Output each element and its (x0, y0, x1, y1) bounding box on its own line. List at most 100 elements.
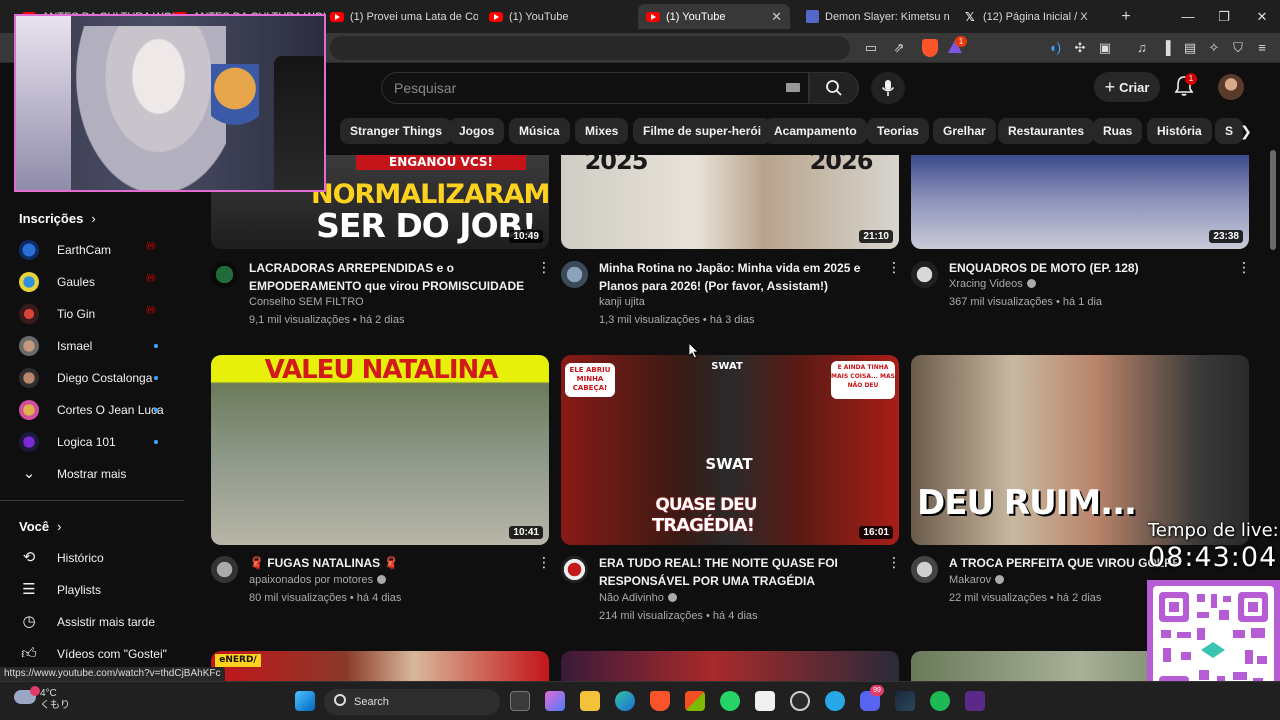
chip-restaurantes[interactable]: Restaurantes (998, 118, 1095, 144)
video-thumbnail[interactable]: DEU RUIM... (911, 355, 1249, 545)
video-thumbnail[interactable]: 2025 2026 21:10 (561, 155, 899, 249)
more-options-icon[interactable]: ⋮ (887, 259, 901, 276)
video-title[interactable]: Minha Rotina no Japão: Minha vida em 202… (599, 259, 879, 295)
search-input[interactable]: Pesquisar (381, 72, 809, 104)
channel-avatar[interactable] (211, 556, 238, 583)
brave-icon[interactable] (650, 691, 670, 711)
channel-avatar[interactable] (561, 556, 588, 583)
you-heading[interactable]: Você › (19, 519, 61, 534)
menu-icon[interactable]: ≡ (1253, 39, 1271, 57)
cast-icon[interactable]: ▭ (862, 39, 880, 57)
video-title[interactable]: ENQUADROS DE MOTO (EP. 128) (949, 259, 1229, 277)
vpn-icon[interactable]: ⛉ (1229, 39, 1247, 57)
sidebar-toggle-icon[interactable]: ▐ (1157, 39, 1175, 57)
account-avatar[interactable] (1218, 74, 1244, 100)
chip-filme-de-super-heroi[interactable]: Filme de super-herói (633, 118, 772, 144)
browser-tab[interactable]: Demon Slayer: Kimetsu no Y (798, 4, 950, 29)
channel-name[interactable]: Não Adivinho (599, 592, 677, 604)
taskbar-search[interactable]: Search (324, 689, 500, 715)
subscriptions-heading[interactable]: Inscrições › (19, 211, 96, 226)
chip-acampamento[interactable]: Acampamento (764, 118, 867, 144)
chip-teorias[interactable]: Teorias (867, 118, 929, 144)
chip-historia[interactable]: História (1147, 118, 1212, 144)
wallet-icon[interactable]: ▤ (1181, 39, 1199, 57)
browser-tab-active[interactable]: (1) YouTube ✕ (638, 4, 790, 29)
microsoft-store-icon[interactable] (685, 691, 705, 711)
channel-avatar[interactable] (561, 261, 588, 288)
browser-tab[interactable]: 𝕏 (12) Página Inicial / X (957, 4, 1109, 29)
video-card[interactable]: 2025 2026 21:10 Minha Rotina no Japão: M… (561, 155, 901, 330)
channel-name[interactable]: Conselho SEM FILTRO (249, 296, 364, 308)
steam-icon[interactable] (895, 691, 915, 711)
discord-icon[interactable]: 99 (860, 685, 884, 711)
browser-tab[interactable]: (1) Provei uma Lata de Com (322, 4, 478, 29)
video-card[interactable]: DEU RUIM... A TROCA PERFEITA QUE VIROU G… (911, 355, 1249, 615)
audio-icon[interactable]: ◖) (1046, 39, 1064, 57)
music-icon[interactable]: ♫ (1133, 39, 1151, 57)
twitch-studio-icon[interactable] (965, 691, 985, 711)
sidebar-item-gaules[interactable]: Gaules (0, 266, 184, 298)
chip-grelhar[interactable]: Grelhar (933, 118, 996, 144)
more-options-icon[interactable]: ⋮ (537, 259, 551, 276)
sidebar-item-historico[interactable]: ⟲ Histórico (0, 542, 184, 574)
chevron-right-icon[interactable]: ❯ (1236, 120, 1256, 142)
share-icon[interactable]: ⇗ (890, 39, 908, 57)
copilot-icon[interactable] (545, 691, 565, 711)
channel-name[interactable]: Xracing Videos (949, 278, 1036, 290)
windows-start-icon[interactable] (295, 691, 315, 711)
sidebar-item-tio-gin[interactable]: Tio Gin (0, 298, 184, 330)
channel-name[interactable]: apaixonados por motores (249, 574, 387, 586)
edge-icon[interactable] (615, 691, 635, 711)
browser-tab[interactable]: (1) YouTube (481, 4, 631, 29)
channel-avatar[interactable] (911, 261, 938, 288)
brave-rewards-icon[interactable]: 1 (947, 36, 967, 55)
leo-ai-icon[interactable]: ✧ (1205, 39, 1223, 57)
video-thumbnail[interactable]: VALEU NATALINA 10:41 (211, 355, 549, 545)
address-bar[interactable] (330, 36, 850, 60)
keyboard-icon[interactable] (786, 83, 800, 92)
chip-mixes[interactable]: Mixes (575, 118, 629, 144)
sidebar-item-videos-gostei[interactable]: 👍︎ Vídeos com "Gostei" (0, 638, 184, 670)
weather-widget[interactable]: 4°C くもり (14, 686, 70, 712)
show-more-button[interactable]: ⌄ Mostrar mais (0, 458, 184, 490)
telegram-icon[interactable] (825, 691, 845, 711)
obs-icon[interactable] (790, 691, 810, 711)
chip-stranger-things[interactable]: Stranger Things (340, 118, 453, 144)
brave-shields-icon[interactable] (922, 39, 938, 57)
more-options-icon[interactable]: ⋮ (537, 554, 551, 571)
chip-jogos[interactable]: Jogos (449, 118, 505, 144)
voice-search-button[interactable] (871, 72, 905, 104)
more-options-icon[interactable]: ⋮ (887, 554, 901, 571)
video-thumbnail[interactable]: 23:38 (911, 155, 1249, 249)
chip-ruas[interactable]: Ruas (1093, 118, 1143, 144)
sidebar-item-earthcam[interactable]: EarthCam (0, 234, 184, 266)
extensions-icon[interactable]: ✣ (1071, 39, 1089, 57)
sidebar-item-logica-101[interactable]: Logica 101 (0, 426, 184, 458)
spotify-icon[interactable] (930, 691, 950, 711)
channel-name[interactable]: kanji ujita (599, 296, 645, 308)
channel-name[interactable]: Makarov (949, 574, 1005, 586)
video-title[interactable]: A TROCA PERFEITA QUE VIROU GOLPE (949, 554, 1177, 572)
video-card[interactable]: 23:38 ENQUADROS DE MOTO (EP. 128) Xracin… (911, 155, 1251, 330)
video-thumbnail[interactable] (561, 651, 899, 681)
file-explorer-icon[interactable] (580, 691, 600, 711)
sidebar-item-playlists[interactable]: ☰ Playlists (0, 574, 184, 606)
capcut-icon[interactable] (755, 691, 775, 711)
more-options-icon[interactable]: ⋮ (1237, 259, 1251, 276)
chip-musica[interactable]: Música (509, 118, 570, 144)
sidebar-item-assistir-mais-tarde[interactable]: ◷ Assistir mais tarde (0, 606, 184, 638)
video-title[interactable]: ERA TUDO REAL! THE NOITE QUASE FOI RESPO… (599, 554, 879, 590)
screenshot-icon[interactable]: ▣ (1096, 39, 1114, 57)
new-tab-button[interactable]: + (1108, 0, 1144, 33)
whatsapp-icon[interactable] (720, 691, 740, 711)
maximize-icon[interactable]: ❐ (1206, 0, 1242, 33)
create-button[interactable]: + Criar (1094, 72, 1160, 102)
close-tab-icon[interactable]: ✕ (771, 9, 782, 25)
scrollbar[interactable] (1270, 150, 1276, 250)
task-view-icon[interactable] (510, 691, 530, 711)
video-thumbnail[interactable]: ELE ABRIU MINHA CABEÇA! SWAT SWAT E AIND… (561, 355, 899, 545)
channel-avatar[interactable] (911, 556, 938, 583)
sidebar-item-diego-costalonga[interactable]: Diego Costalonga (0, 362, 184, 394)
video-thumbnail[interactable]: eNERD/ (211, 651, 549, 681)
channel-avatar[interactable] (211, 261, 238, 288)
